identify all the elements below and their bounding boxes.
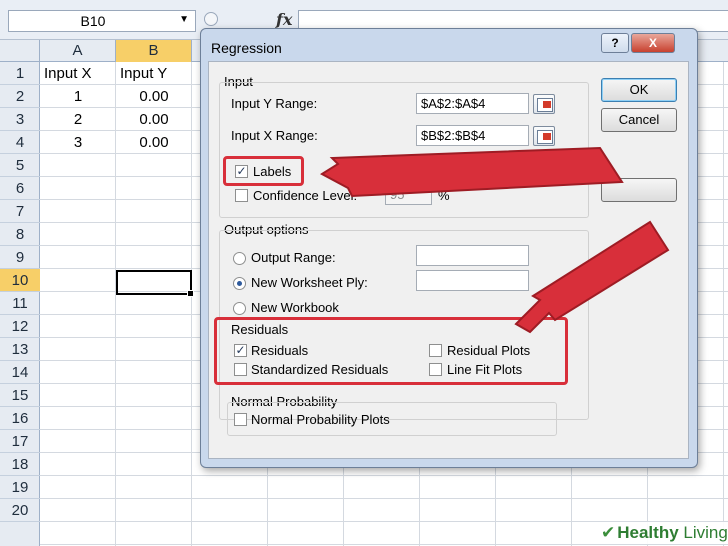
- row-header[interactable]: 7: [0, 200, 40, 223]
- cell-b3[interactable]: 0.00: [116, 108, 192, 131]
- healthy-living-watermark: ✔ Healthy Living: [595, 522, 728, 544]
- fx-icon[interactable]: fx: [276, 10, 292, 29]
- normal-probability-label: Normal Probability Plots: [251, 412, 390, 427]
- row-header[interactable]: 17: [0, 430, 40, 453]
- close-button[interactable]: X: [631, 33, 675, 53]
- output-range-field[interactable]: [416, 245, 529, 266]
- cell-a4[interactable]: 3: [40, 131, 116, 154]
- active-cell-b10[interactable]: [116, 270, 194, 297]
- new-workbook-radio[interactable]: [233, 302, 246, 315]
- dialog-title: Regression: [211, 40, 282, 56]
- name-box-value: B10: [80, 13, 106, 29]
- row-header[interactable]: 1: [0, 62, 40, 85]
- column-header-a[interactable]: A: [40, 40, 116, 62]
- row-header[interactable]: 20: [0, 499, 40, 522]
- dialog-body: Input Input Y Range: $A$2:$A$4 Input X R…: [208, 61, 689, 459]
- row-header[interactable]: 19: [0, 476, 40, 499]
- cell-a1[interactable]: Input X: [40, 62, 116, 85]
- input-x-label: Input X Range:: [231, 128, 318, 143]
- cancel-button[interactable]: Cancel: [601, 108, 677, 132]
- row-header[interactable]: 2: [0, 85, 40, 108]
- new-worksheet-name-field[interactable]: [416, 270, 529, 291]
- constant-zero-label: Constant is Zero: [404, 164, 500, 179]
- new-worksheet-radio[interactable]: [233, 277, 246, 290]
- percent-label: %: [438, 188, 450, 203]
- expand-icon[interactable]: [204, 12, 218, 26]
- cell-b4[interactable]: 0.00: [116, 131, 192, 154]
- check-icon: ✔: [601, 523, 616, 542]
- row-header[interactable]: 9: [0, 246, 40, 269]
- confidence-checkbox[interactable]: [235, 189, 248, 202]
- row-header[interactable]: 15: [0, 384, 40, 407]
- watermark-part2: Living: [683, 523, 728, 542]
- row-header[interactable]: 8: [0, 223, 40, 246]
- new-worksheet-label: New Worksheet Ply:: [251, 275, 368, 290]
- new-workbook-label: New Workbook: [251, 300, 339, 315]
- row-header[interactable]: 14: [0, 361, 40, 384]
- row-header[interactable]: 12: [0, 315, 40, 338]
- cell-b1[interactable]: Input Y: [116, 62, 192, 85]
- output-range-radio[interactable]: [233, 252, 246, 265]
- row-header-selected[interactable]: 10: [0, 269, 40, 292]
- select-all-corner[interactable]: [0, 40, 40, 62]
- input-y-range-field[interactable]: $A$2:$A$4: [416, 93, 529, 114]
- ok-button[interactable]: OK: [601, 78, 677, 102]
- input-y-label: Input Y Range:: [231, 96, 318, 111]
- watermark-part1: Healthy: [617, 523, 679, 542]
- cell-a2[interactable]: 1: [40, 85, 116, 108]
- confidence-level-field[interactable]: 95: [385, 184, 432, 205]
- column-header-b[interactable]: B: [116, 40, 192, 62]
- collapse-dialog-icon[interactable]: [533, 126, 555, 146]
- row-header[interactable]: 16: [0, 407, 40, 430]
- row-header[interactable]: 13: [0, 338, 40, 361]
- row-header[interactable]: 4: [0, 131, 40, 154]
- name-box[interactable]: B10 ▼: [8, 10, 196, 32]
- row-header[interactable]: 18: [0, 453, 40, 476]
- chevron-down-icon[interactable]: ▼: [179, 14, 189, 25]
- row-header[interactable]: 6: [0, 177, 40, 200]
- output-range-label: Output Range:: [251, 250, 336, 265]
- input-x-range-field[interactable]: $B$2:$B$4: [416, 125, 529, 146]
- residuals-highlight-box: [214, 317, 568, 385]
- row-header[interactable]: 5: [0, 154, 40, 177]
- row-headers: 1 2 3 4 5 6 7 8 9 10 11 12 13 14 15 16 1…: [0, 62, 40, 546]
- cell-a3[interactable]: 2: [40, 108, 116, 131]
- help-button[interactable]: ?: [601, 33, 629, 53]
- row-header[interactable]: 11: [0, 292, 40, 315]
- row-header[interactable]: 3: [0, 108, 40, 131]
- normal-probability-checkbox[interactable]: [234, 413, 247, 426]
- confidence-label: Confidence Level:: [253, 188, 358, 203]
- cell-b2[interactable]: 0.00: [116, 85, 192, 108]
- collapse-dialog-icon[interactable]: [533, 94, 555, 114]
- constant-zero-checkbox[interactable]: [386, 165, 399, 178]
- labels-highlight-box: [223, 156, 304, 186]
- regression-dialog: Regression ? X Input Input Y Range: $A$2…: [200, 28, 698, 468]
- help-dialog-button[interactable]: [601, 178, 677, 202]
